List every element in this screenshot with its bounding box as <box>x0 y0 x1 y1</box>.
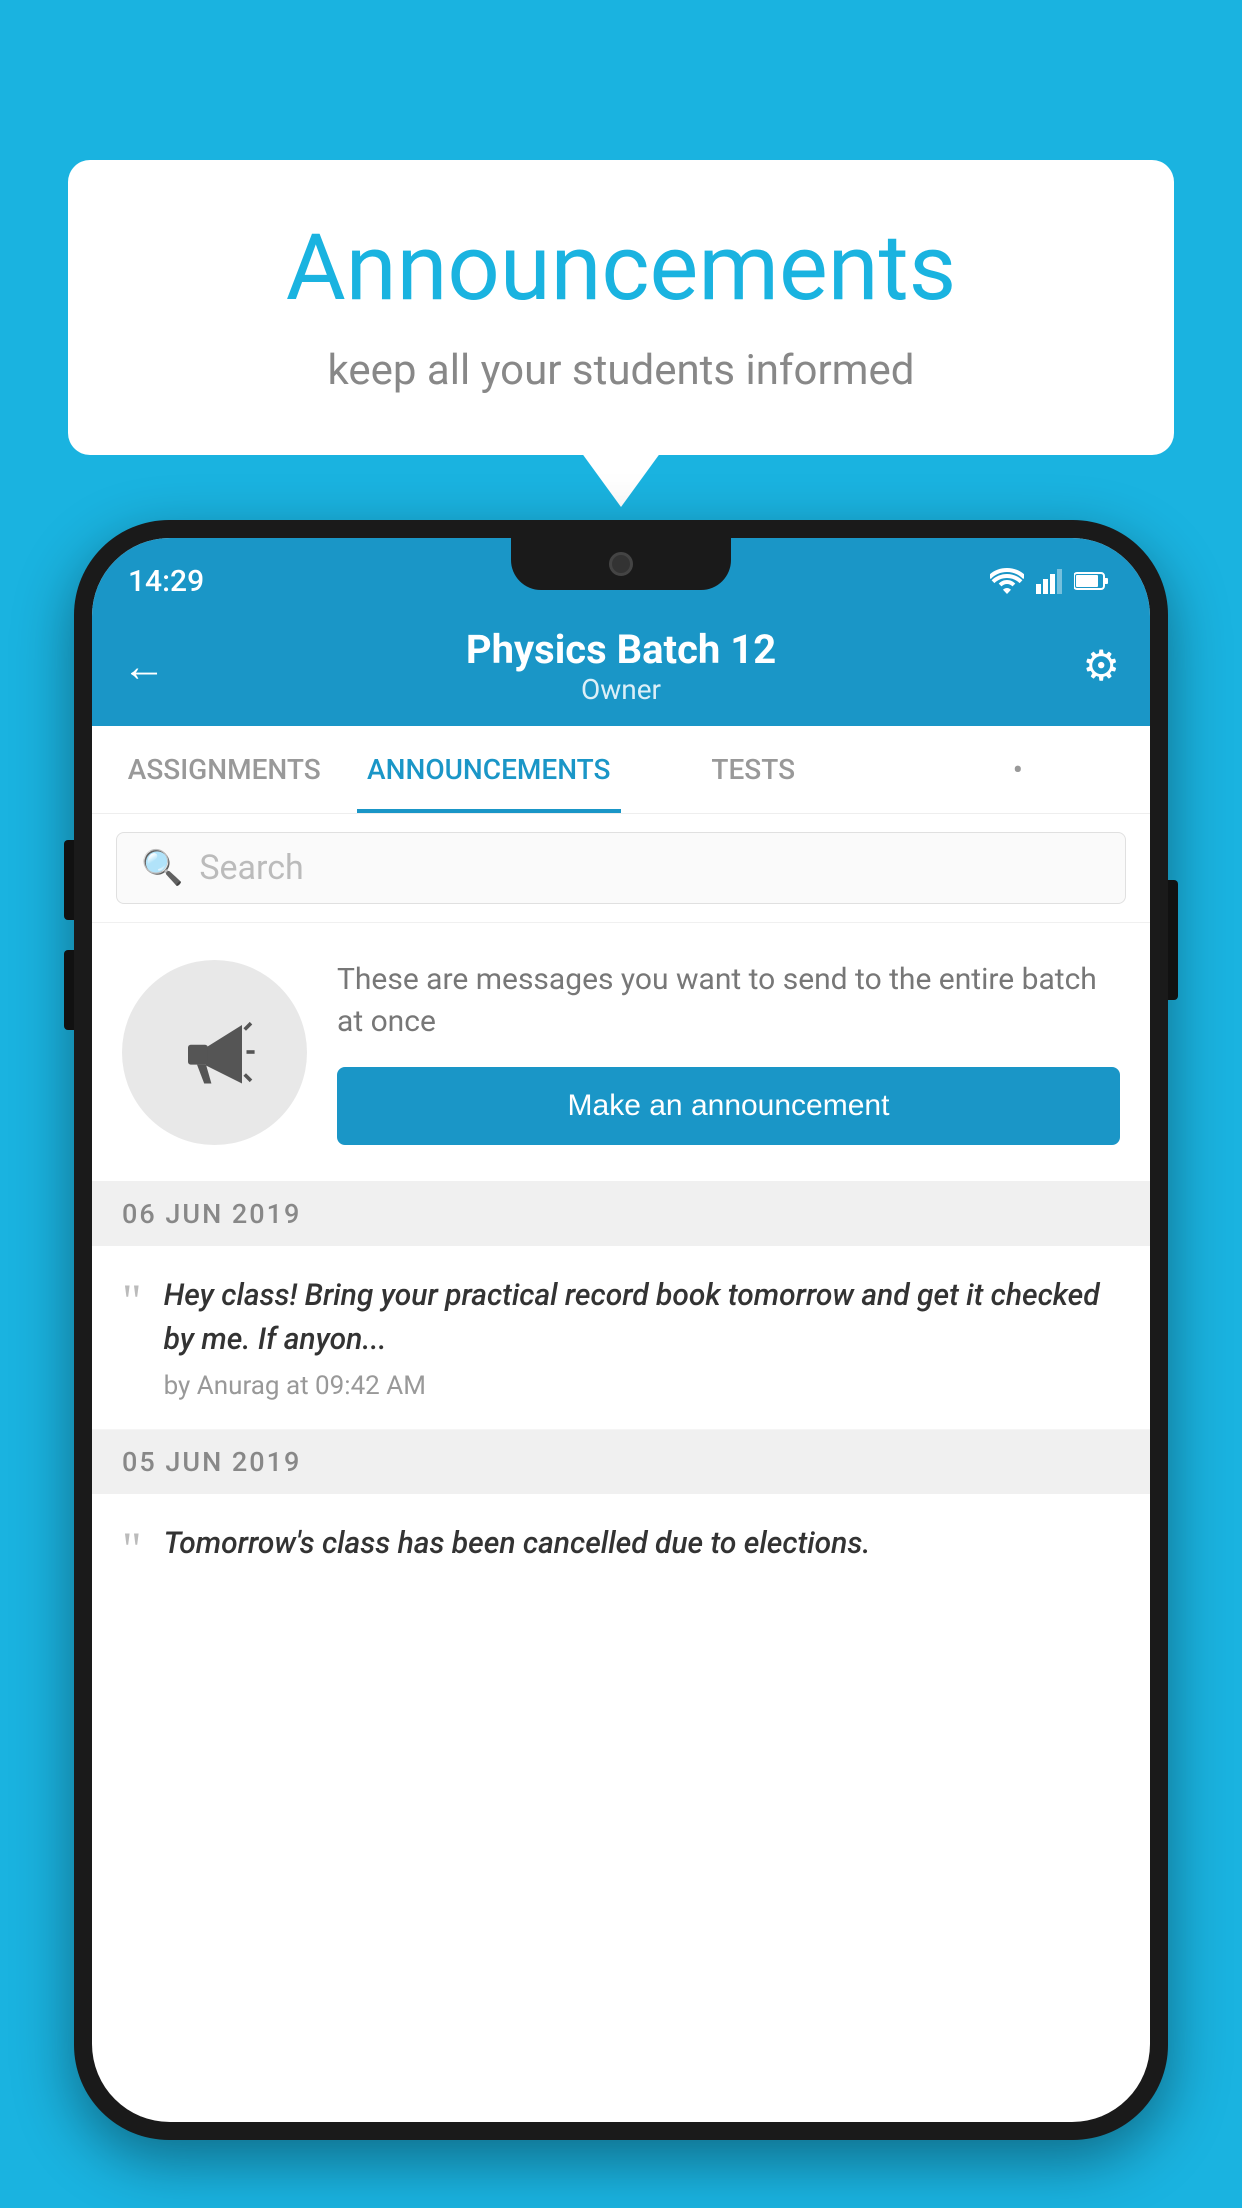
speech-bubble-section: Announcements keep all your students inf… <box>68 160 1174 455</box>
phone-outer: 14:29 <box>74 520 1168 2140</box>
status-icons <box>990 568 1110 594</box>
phone-mockup: 14:29 <box>74 520 1168 2140</box>
volume-down-button <box>64 950 74 1030</box>
wifi-icon <box>990 568 1024 594</box>
app-bar-subtitle: Owner <box>182 673 1060 706</box>
status-time: 14:29 <box>128 564 204 599</box>
app-bar-title-area: Physics Batch 12 Owner <box>182 626 1060 706</box>
bubble-title: Announcements <box>128 215 1114 322</box>
search-input[interactable]: 🔍 Search <box>116 832 1126 904</box>
promo-content: These are messages you want to send to t… <box>337 959 1120 1145</box>
megaphone-icon <box>170 1007 260 1097</box>
tab-tests[interactable]: TESTS <box>621 726 886 813</box>
bubble-subtitle: keep all your students informed <box>128 346 1114 395</box>
date-label-2: 05 JUN 2019 <box>122 1446 301 1478</box>
announcement-meta-1: by Anurag at 09:42 AM <box>164 1371 1120 1401</box>
announcement-text-2: Tomorrow's class has been cancelled due … <box>164 1522 1120 1566</box>
tab-assignments[interactable]: ASSIGNMENTS <box>92 726 357 813</box>
make-announcement-button[interactable]: Make an announcement <box>337 1067 1120 1145</box>
tab-more[interactable]: • <box>886 726 1151 813</box>
phone-notch <box>511 538 731 590</box>
announcement-text-1: Hey class! Bring your practical record b… <box>164 1274 1120 1361</box>
volume-up-button <box>64 840 74 920</box>
announcement-content-2: Tomorrow's class has been cancelled due … <box>164 1522 1120 1576</box>
announcement-item-2[interactable]: " Tomorrow's class has been cancelled du… <box>92 1494 1150 1604</box>
date-label-1: 06 JUN 2019 <box>122 1198 301 1230</box>
promo-section: These are messages you want to send to t… <box>92 923 1150 1182</box>
app-bar-title: Physics Batch 12 <box>182 626 1060 673</box>
search-placeholder: Search <box>199 848 303 888</box>
camera-dot <box>609 552 633 576</box>
quote-icon-2: " <box>122 1526 142 1574</box>
tabs-container: ASSIGNMENTS ANNOUNCEMENTS TESTS • <box>92 726 1150 814</box>
tab-announcements[interactable]: ANNOUNCEMENTS <box>357 726 622 813</box>
search-icon: 🔍 <box>141 848 183 888</box>
promo-icon-circle <box>122 960 307 1145</box>
phone-screen: 14:29 <box>92 538 1150 2122</box>
settings-icon[interactable]: ⚙ <box>1060 641 1120 691</box>
power-button <box>1168 880 1178 1000</box>
signal-icon <box>1036 568 1062 594</box>
speech-bubble: Announcements keep all your students inf… <box>68 160 1174 455</box>
battery-icon <box>1074 571 1110 591</box>
back-button[interactable]: ← <box>122 640 182 692</box>
app-bar: ← Physics Batch 12 Owner ⚙ <box>92 606 1150 726</box>
date-divider-1: 06 JUN 2019 <box>92 1182 1150 1246</box>
date-divider-2: 05 JUN 2019 <box>92 1430 1150 1494</box>
search-container: 🔍 Search <box>92 814 1150 923</box>
promo-description: These are messages you want to send to t… <box>337 959 1120 1043</box>
announcement-item-1[interactable]: " Hey class! Bring your practical record… <box>92 1246 1150 1430</box>
announcement-content-1: Hey class! Bring your practical record b… <box>164 1274 1120 1401</box>
quote-icon-1: " <box>122 1278 142 1326</box>
